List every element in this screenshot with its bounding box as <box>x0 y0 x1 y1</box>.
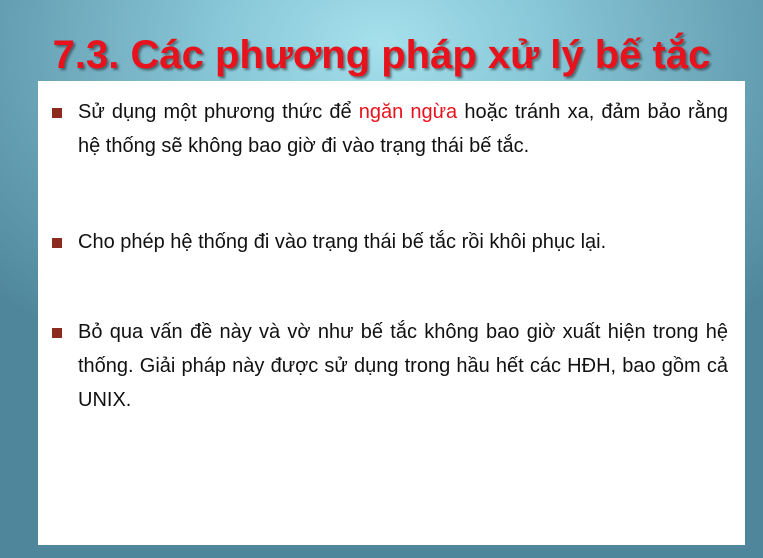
bullet-text: Sử dụng một phương thức để ngăn ngừa hoặ… <box>78 95 728 163</box>
highlighted-term: ngăn ngừa <box>358 101 458 123</box>
square-bullet-icon <box>52 108 62 118</box>
bullet-text: Bỏ qua vấn đề này và vờ như bế tắc không… <box>78 321 728 411</box>
square-bullet-icon <box>52 238 62 248</box>
bullet-text-before: Sử dụng một phương thức để <box>78 101 359 123</box>
slide-title: 7.3. Các phương pháp xử lý bế tắc <box>52 32 711 77</box>
bullet-text: Cho phép hệ thống đi vào trạng thái bế t… <box>78 231 607 253</box>
content-box: Sử dụng một phương thức để ngăn ngừa hoặ… <box>38 81 745 545</box>
square-bullet-icon <box>52 328 62 338</box>
